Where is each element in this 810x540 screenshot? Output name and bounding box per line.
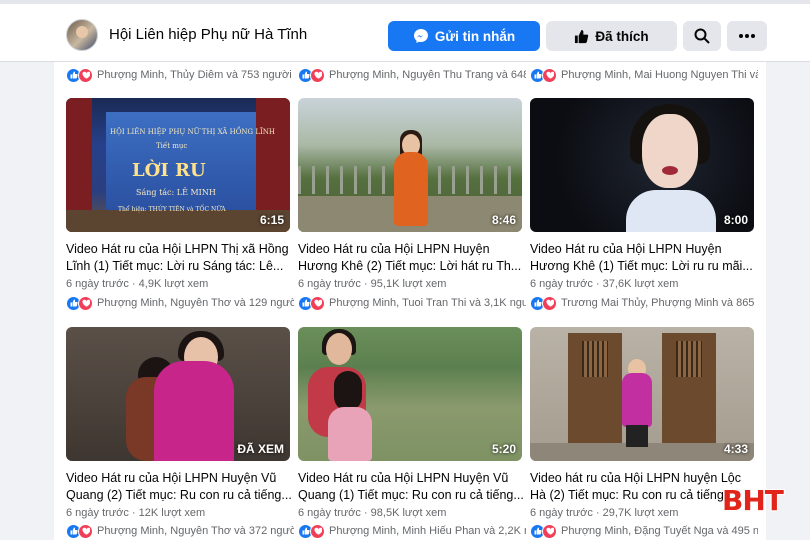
love-reaction-icon xyxy=(542,67,557,83)
video-duration: 6:15 xyxy=(259,213,284,227)
video-meta: 6 ngày trước · 29,7K lượt xem xyxy=(530,507,679,519)
video-meta: 6 ngày trước · 12K lượt xem xyxy=(66,507,206,519)
page-avatar[interactable] xyxy=(66,19,98,51)
send-message-label: Gửi tin nhắn xyxy=(434,28,516,44)
love-reaction-icon xyxy=(542,523,557,539)
reaction-text: Phượng Minh, Đặng Tuyết Nga và 495 n xyxy=(561,525,758,537)
send-message-button[interactable]: Gửi tin nhắn xyxy=(388,21,540,51)
video-thumbnail[interactable]: HỘI LIÊN HIỆP PHỤ NỮ THỊ XÃ HỒNG LĨNH Ti… xyxy=(66,98,290,232)
video-title[interactable]: Quang (2) Tiết mục: Ru con ru cả tiếng..… xyxy=(66,487,296,504)
liked-label: Đã thích xyxy=(595,28,649,44)
love-reaction-icon xyxy=(310,67,325,83)
video-meta: 6 ngày trước · 37,6K lượt xem xyxy=(530,278,679,290)
video-thumbnail[interactable]: ĐÃ XEM xyxy=(66,327,290,461)
reaction-summary[interactable]: Phượng Minh, Minh Hiếu Phan và 2,2K n xyxy=(298,523,526,539)
thumbs-up-icon xyxy=(574,29,589,44)
search-icon xyxy=(694,28,710,44)
video-meta: 6 ngày trước · 95,1K lượt xem xyxy=(298,278,447,290)
reaction-summary[interactable]: Phượng Minh, Nguyễn Thơ và 129 người xyxy=(66,295,294,311)
video-title[interactable]: Video Hát ru của Hội LHPN Huyện Vũ xyxy=(298,470,528,487)
video-title[interactable]: Video Hát ru của Hội LHPN Huyện xyxy=(530,241,760,258)
video-meta: 6 ngày trước · 98,5K lượt xem xyxy=(298,507,447,519)
stage-banner-text: LỜI RU xyxy=(132,160,206,181)
video-title[interactable]: Lĩnh (1) Tiết mục: Lời ru Sáng tác: Lê..… xyxy=(66,258,296,275)
love-reaction-icon xyxy=(310,295,325,311)
search-button[interactable] xyxy=(683,21,721,51)
watermark-logo: BHT xyxy=(722,484,784,517)
reaction-summary[interactable]: Phượng Minh, Tuoi Tran Thi và 3,1K người xyxy=(298,295,526,311)
reaction-text: Phượng Minh, Tuoi Tran Thi và 3,1K người xyxy=(329,297,526,309)
reaction-text: Phượng Minh, Thủy Diễm và 753 người k xyxy=(97,69,294,81)
stage-banner-text: HỘI LIÊN HIỆP PHỤ NỮ THỊ XÃ HỒNG LĨNH xyxy=(110,128,276,136)
love-reaction-icon xyxy=(542,295,557,311)
reaction-summary[interactable]: Phượng Minh, Mai Huong Nguyen Thi và xyxy=(530,67,758,83)
reaction-text: Phượng Minh, Mai Huong Nguyen Thi và xyxy=(561,69,758,81)
video-watched-badge: ĐÃ XEM xyxy=(237,442,284,456)
love-reaction-icon xyxy=(78,67,93,83)
liked-button[interactable]: Đã thích xyxy=(546,21,677,51)
more-icon xyxy=(739,34,755,38)
reaction-summary[interactable]: Phượng Minh, Đặng Tuyết Nga và 495 n xyxy=(530,523,758,539)
page-name[interactable]: Hội Liên hiệp Phụ nữ Hà Tĩnh xyxy=(109,26,307,43)
video-duration: 4:33 xyxy=(723,442,748,456)
stage-banner-text: Tiết mục xyxy=(156,142,188,150)
video-title[interactable]: Quang (1) Tiết mục: Ru con ru cả tiếng..… xyxy=(298,487,528,504)
reaction-text: Phượng Minh, Nguyễn Thơ và 372 người xyxy=(97,525,294,537)
video-thumbnail[interactable]: 5:20 xyxy=(298,327,522,461)
reaction-summary[interactable]: Phượng Minh, Nguyễn Thơ và 372 người xyxy=(66,523,294,539)
reaction-summary[interactable]: Phượng Minh, Thủy Diễm và 753 người k xyxy=(66,67,294,83)
reaction-text: Phượng Minh, Nguyễn Thu Trang và 648 xyxy=(329,69,526,81)
video-title[interactable]: Video Hát ru của Hội LHPN Thị xã Hồng xyxy=(66,241,296,258)
video-title[interactable]: Video Hát ru của Hội LHPN Huyện Vũ xyxy=(66,470,296,487)
video-thumbnail[interactable]: 8:46 xyxy=(298,98,522,232)
reaction-summary[interactable]: Phượng Minh, Nguyễn Thu Trang và 648 xyxy=(298,67,526,83)
video-title[interactable]: Video Hát ru của Hội LHPN Huyện xyxy=(298,241,528,258)
video-title[interactable]: Hương Khê (1) Tiết mục: Lời ru ru mãi... xyxy=(530,258,760,275)
video-duration: 8:00 xyxy=(723,213,748,227)
reaction-text: Phượng Minh, Minh Hiếu Phan và 2,2K n xyxy=(329,525,526,537)
love-reaction-icon xyxy=(78,523,93,539)
videos-panel: Phượng Minh, Thủy Diễm và 753 người k Ph… xyxy=(54,62,766,540)
reaction-text: Phượng Minh, Nguyễn Thơ và 129 người xyxy=(97,297,294,309)
more-options-button[interactable] xyxy=(727,21,767,51)
video-thumbnail[interactable]: 4:33 xyxy=(530,327,754,461)
video-duration: 8:46 xyxy=(491,213,516,227)
video-meta: 6 ngày trước · 4,9K lượt xem xyxy=(66,278,209,290)
stage-banner-text: Thể hiện: THÚY TIÊN và TỐC NỮA xyxy=(118,206,226,213)
page-header: Hội Liên hiệp Phụ nữ Hà Tĩnh Gửi tin nhắ… xyxy=(0,0,810,62)
messenger-icon xyxy=(413,28,429,44)
love-reaction-icon xyxy=(78,295,93,311)
stage-banner-text: Sáng tác: LÊ MINH xyxy=(136,188,216,197)
love-reaction-icon xyxy=(310,523,325,539)
video-title[interactable]: Hương Khê (2) Tiết mục: Lời hát ru Th... xyxy=(298,258,528,275)
video-duration: 5:20 xyxy=(491,442,516,456)
browser-top-edge xyxy=(0,0,810,4)
reaction-summary[interactable]: Trương Mai Thủy, Phượng Minh và 865 n xyxy=(530,295,758,311)
reaction-text: Trương Mai Thủy, Phượng Minh và 865 n xyxy=(561,297,758,309)
video-thumbnail[interactable]: 8:00 xyxy=(530,98,754,232)
